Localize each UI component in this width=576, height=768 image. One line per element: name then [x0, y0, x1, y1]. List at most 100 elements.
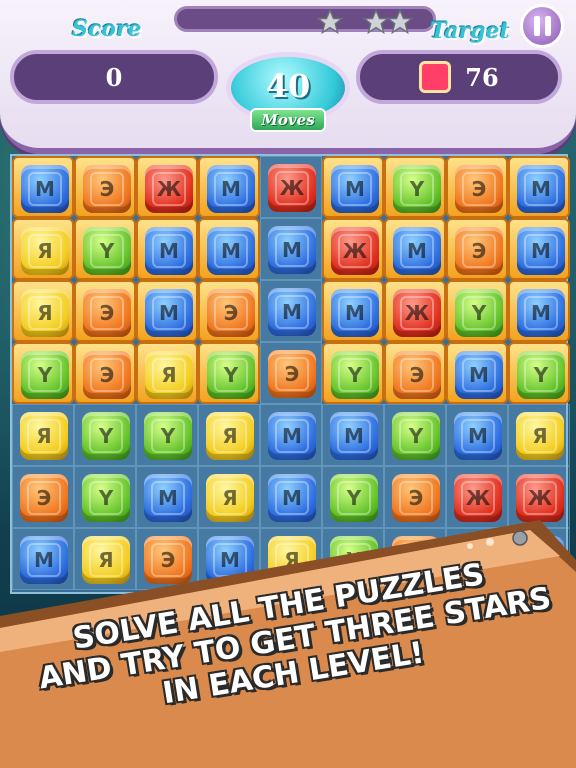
board-cell[interactable]: M: [198, 218, 260, 280]
board-cell[interactable]: M: [260, 218, 322, 280]
board-cell[interactable]: Э: [198, 280, 260, 342]
yellow-gem-icon: Я: [206, 474, 254, 522]
board-cell[interactable]: Э: [74, 280, 136, 342]
red-gem-icon: Ж: [145, 165, 193, 213]
blue-gem-icon: M: [331, 289, 379, 337]
board-cell[interactable]: M: [508, 280, 570, 342]
yellow-gem-icon: Я: [206, 412, 254, 460]
blue-gem-icon: M: [454, 412, 502, 460]
red-gem-icon: Ж: [516, 474, 564, 522]
board-cell[interactable]: M: [322, 404, 384, 466]
yellow-gem-icon: Я: [516, 412, 564, 460]
blue-gem-icon: M: [144, 474, 192, 522]
board-cell[interactable]: Э: [74, 342, 136, 404]
target-count: 76: [465, 62, 499, 92]
board-cell[interactable]: Э: [74, 156, 136, 218]
score-label: Score: [72, 16, 142, 42]
board-cell[interactable]: Y: [508, 342, 570, 404]
blue-gem-icon: M: [455, 351, 503, 399]
board-cell[interactable]: Я: [12, 280, 74, 342]
orange-gem-icon: Э: [393, 351, 441, 399]
board-cell[interactable]: M: [136, 280, 198, 342]
star-3-icon: [386, 8, 414, 36]
board-cell[interactable]: M: [322, 156, 384, 218]
board-cell[interactable]: Y: [322, 466, 384, 528]
orange-gem-icon: Э: [83, 289, 131, 337]
red-gem-icon: Ж: [268, 164, 316, 212]
board-cell[interactable]: Y: [384, 404, 446, 466]
board-cell[interactable]: Y: [74, 404, 136, 466]
board-cell[interactable]: Ж: [136, 156, 198, 218]
board-cell[interactable]: M: [136, 466, 198, 528]
board-cell[interactable]: M: [508, 218, 570, 280]
board-cell[interactable]: M: [136, 218, 198, 280]
board-cell[interactable]: M: [508, 156, 570, 218]
blue-gem-icon: M: [207, 165, 255, 213]
board-cell[interactable]: M: [384, 218, 446, 280]
top-hud: Score Target 0 40 Moves 76: [0, 0, 576, 154]
board-cell[interactable]: Э: [384, 466, 446, 528]
yellow-gem-icon: Я: [21, 289, 69, 337]
moves-value: 40: [265, 67, 311, 105]
board-cell[interactable]: M: [446, 342, 508, 404]
yellow-gem-icon: Я: [20, 412, 68, 460]
orange-gem-icon: Э: [83, 351, 131, 399]
board-cell[interactable]: Y: [198, 342, 260, 404]
board-cell[interactable]: Я: [198, 466, 260, 528]
board-cell[interactable]: Э: [446, 218, 508, 280]
blue-gem-icon: M: [330, 412, 378, 460]
target-label: Target: [430, 18, 510, 44]
pause-button[interactable]: [520, 4, 564, 48]
board-cell[interactable]: Ж: [322, 218, 384, 280]
board-cell[interactable]: Y: [74, 218, 136, 280]
bolt-icon: [512, 530, 528, 546]
green-gem-icon: Y: [331, 351, 379, 399]
board-cell[interactable]: Э: [12, 466, 74, 528]
board-cell[interactable]: Y: [12, 342, 74, 404]
green-gem-icon: Y: [207, 351, 255, 399]
board-cell[interactable]: Y: [74, 466, 136, 528]
blue-gem-icon: M: [21, 165, 69, 213]
board-cell[interactable]: Y: [384, 156, 446, 218]
blue-gem-icon: M: [145, 289, 193, 337]
blue-gem-icon: M: [517, 289, 565, 337]
board-cell[interactable]: M: [198, 156, 260, 218]
board-cell[interactable]: Я: [198, 404, 260, 466]
board-cell[interactable]: Э: [384, 342, 446, 404]
board-cell[interactable]: M: [12, 156, 74, 218]
green-gem-icon: Y: [392, 412, 440, 460]
board-cell[interactable]: M: [260, 404, 322, 466]
green-gem-icon: Y: [82, 474, 130, 522]
green-gem-icon: Y: [21, 351, 69, 399]
green-gem-icon: Y: [393, 165, 441, 213]
board-cell[interactable]: M: [260, 466, 322, 528]
board-cell[interactable]: Ж: [508, 466, 570, 528]
board-cell[interactable]: M: [322, 280, 384, 342]
orange-gem-icon: Э: [268, 350, 316, 398]
green-gem-icon: Y: [144, 412, 192, 460]
board-cell[interactable]: Ж: [446, 466, 508, 528]
board-cell[interactable]: Э: [260, 342, 322, 404]
board-cell[interactable]: Я: [508, 404, 570, 466]
board-cell[interactable]: Я: [12, 218, 74, 280]
board-cell[interactable]: Ж: [384, 280, 446, 342]
green-gem-icon: Y: [455, 289, 503, 337]
orange-gem-icon: Э: [20, 474, 68, 522]
moves-label: Moves: [250, 108, 326, 132]
board-cell[interactable]: M: [446, 404, 508, 466]
blue-gem-icon: M: [268, 288, 316, 336]
board-cell[interactable]: Я: [12, 404, 74, 466]
board-cell[interactable]: Я: [136, 342, 198, 404]
board-cell[interactable]: Y: [322, 342, 384, 404]
board-cell[interactable]: Ж: [260, 156, 322, 218]
blue-gem-icon: M: [145, 227, 193, 275]
board-cell[interactable]: M: [260, 280, 322, 342]
red-gem-icon: Ж: [331, 227, 379, 275]
blue-gem-icon: M: [207, 227, 255, 275]
board-cell[interactable]: Y: [136, 404, 198, 466]
blue-gem-icon: M: [517, 227, 565, 275]
orange-gem-icon: Э: [392, 474, 440, 522]
board-cell[interactable]: Э: [446, 156, 508, 218]
blue-gem-icon: M: [268, 474, 316, 522]
board-cell[interactable]: Y: [446, 280, 508, 342]
